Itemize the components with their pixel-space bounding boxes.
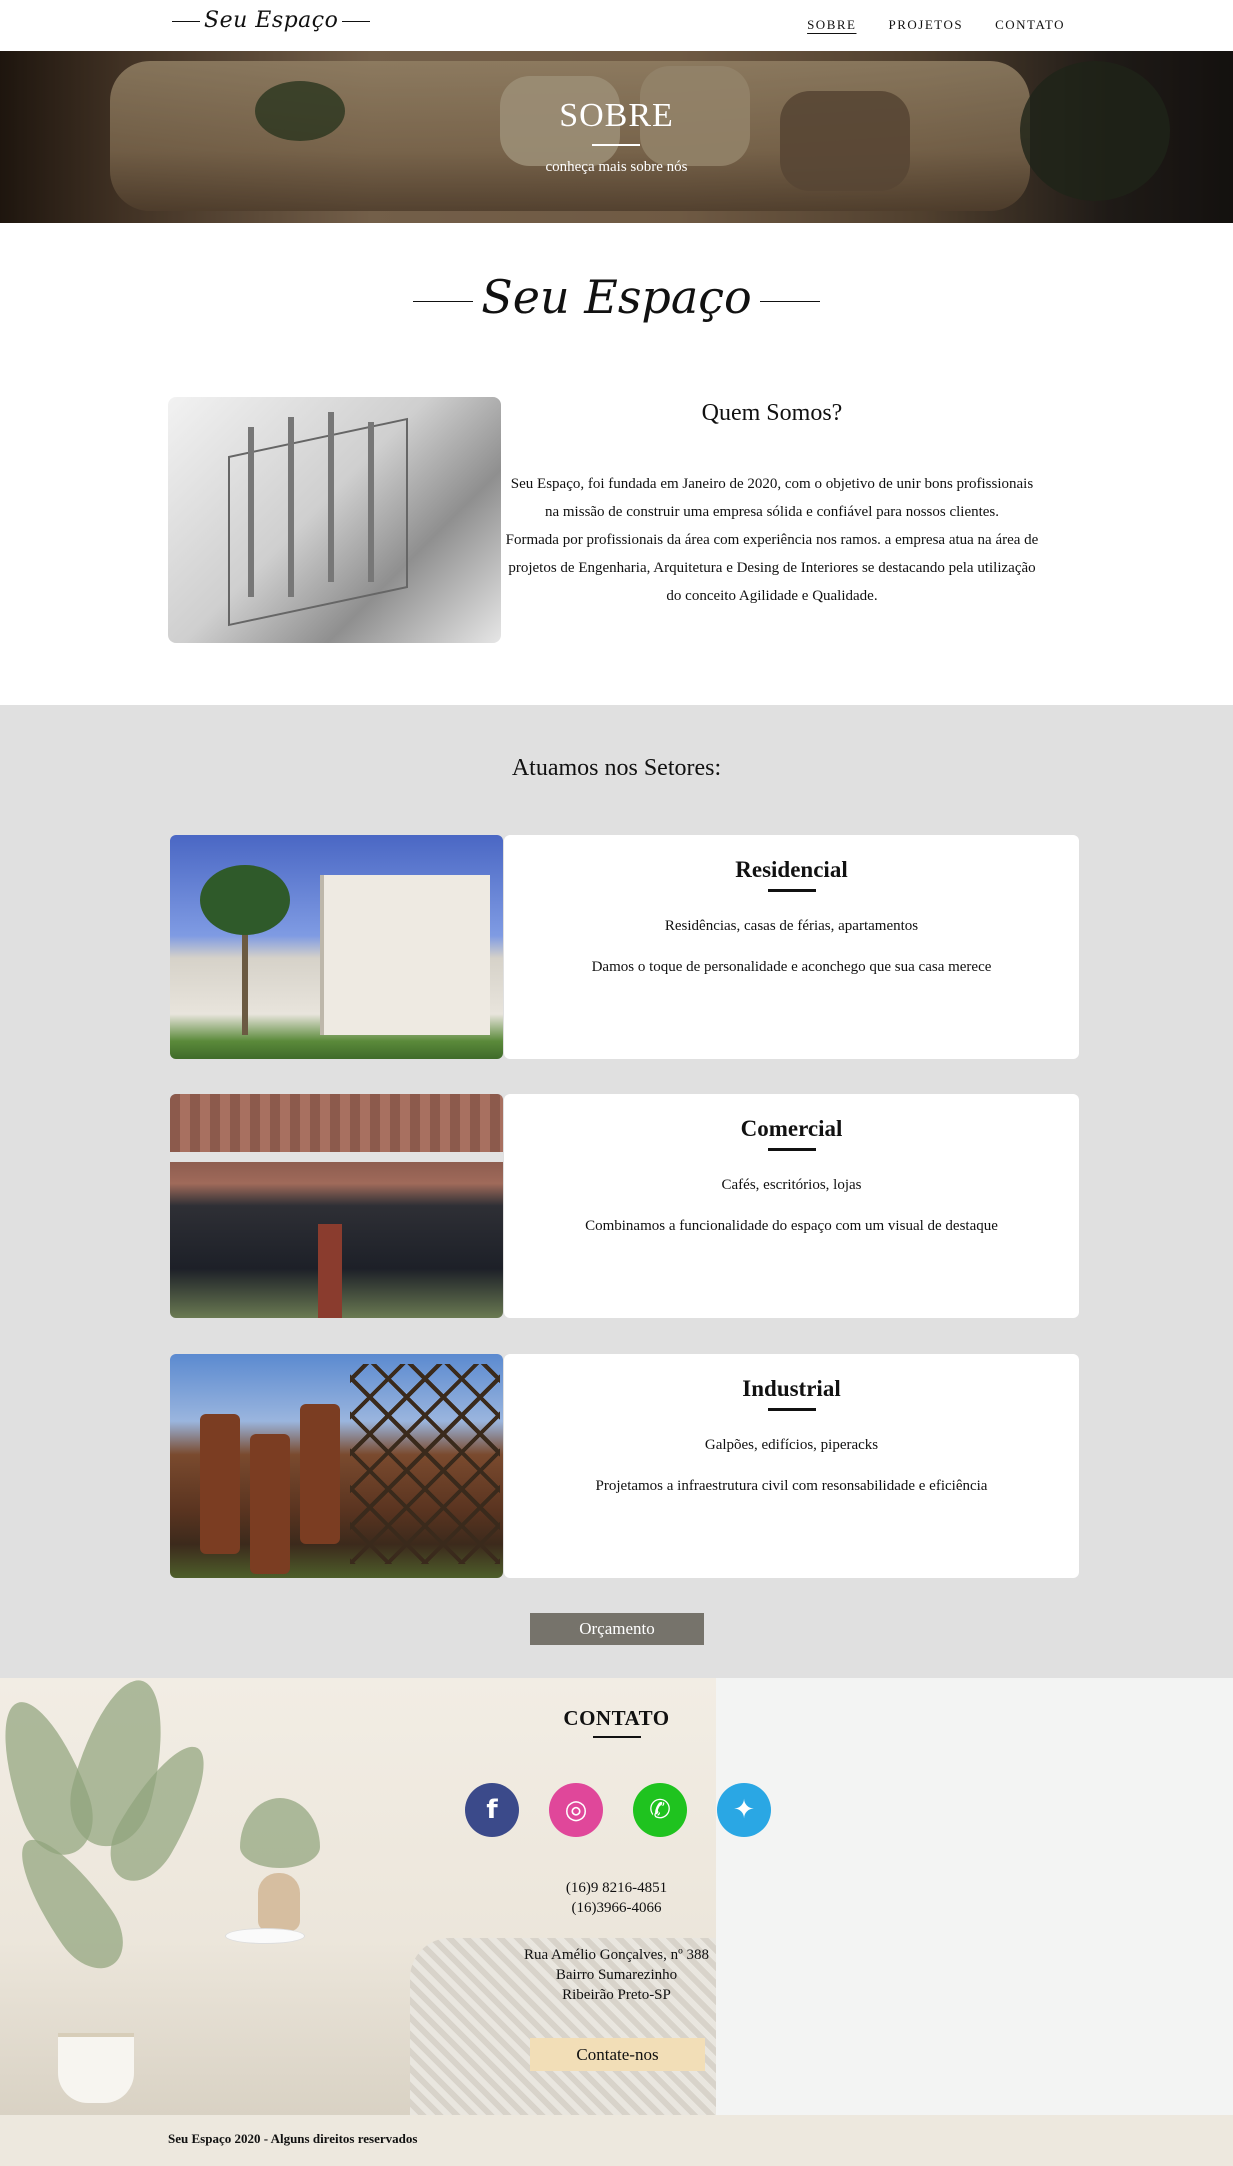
hero-title: SOBRE (559, 97, 674, 134)
logo-flourish-left (413, 300, 474, 302)
about-text: Seu Espaço, foi fundada em Janeiro de 20… (505, 470, 1039, 610)
brand-logo[interactable]: Seu Espaço (168, 8, 374, 33)
address-neighborhood: Bairro Sumarezinho (555, 1967, 678, 1983)
sector-line-2: Damos o toque de personalidade e aconche… (591, 959, 992, 975)
image-tank (300, 1404, 340, 1544)
image-column (248, 427, 254, 597)
image-column (368, 422, 374, 582)
seu-espaco-logo: Seu Espaço (0, 270, 1233, 324)
image-lattice (350, 1364, 500, 1564)
image-roof (170, 1094, 503, 1154)
image-tank (250, 1434, 290, 1574)
setores-section: Atuamos nos Setores: Residencial Residên… (0, 705, 1233, 1678)
about-structure-image (168, 397, 501, 643)
about-paragraph-2: Formada por profissionais da área com ex… (505, 532, 1039, 604)
sector-card-residencial: Residencial Residências, casas de férias… (170, 835, 1079, 1059)
image-pillar (318, 1224, 342, 1318)
contato-title-underline (593, 1736, 641, 1738)
logo-flourish-left (172, 20, 200, 22)
image-column (328, 412, 334, 582)
residencial-info: Residencial Residências, casas de férias… (504, 835, 1079, 1059)
footer-copyright: Seu Espaço 2020 - Alguns direitos reserv… (168, 2131, 418, 2146)
about-title: Quem Somos? (701, 400, 843, 426)
sector-line-1: Cafés, escritórios, lojas (721, 1177, 862, 1193)
social-links: f ◎ ✆ ✦ (465, 1783, 771, 1837)
sector-title: Industrial (742, 1376, 841, 1401)
address-city: Ribeirão Preto-SP (562, 1987, 671, 2003)
twitter-icon[interactable]: ✦ (717, 1783, 771, 1837)
industrial-image (170, 1354, 503, 1578)
hero-title-underline (592, 144, 640, 146)
logo-text: Seu Espaço (481, 270, 752, 324)
orcamento-button[interactable]: Orçamento (530, 1613, 704, 1645)
image-pot (58, 2033, 134, 2103)
phone-2: (16)3966-4066 (571, 1900, 662, 1916)
sector-title: Residencial (735, 857, 848, 882)
comercial-info: Comercial Cafés, escritórios, lojas Comb… (504, 1094, 1079, 1318)
nav-menu: SOBRE PROJETOS CONTATO (807, 17, 1065, 33)
logo-flourish-right (759, 300, 820, 302)
image-building (320, 875, 490, 1035)
residencial-image (170, 835, 503, 1059)
brand-text: Seu Espaço (204, 8, 339, 33)
nav-link-sobre[interactable]: SOBRE (807, 17, 856, 33)
sector-title: Comercial (740, 1116, 843, 1141)
about-paragraph-1: Seu Espaço, foi fundada em Janeiro de 20… (510, 476, 1034, 520)
sector-line-1: Residências, casas de férias, apartament… (664, 918, 919, 934)
image-leaf (240, 1798, 320, 1868)
image-eave (170, 1152, 503, 1162)
image-frame (228, 417, 408, 627)
footer: Seu Espaço 2020 - Alguns direitos reserv… (0, 2115, 1233, 2166)
phone-1: (16)9 8216-4851 (565, 1880, 668, 1896)
contato-title: CONTATO (563, 1706, 670, 1730)
sector-title-underline (767, 1148, 816, 1151)
setores-title: Atuamos nos Setores: (511, 755, 722, 781)
phone-numbers: (16)9 8216-4851 (16)3966-4066 (0, 1878, 1233, 1918)
image-stool (225, 1928, 305, 1944)
top-navbar: Seu Espaço SOBRE PROJETOS CONTATO (0, 0, 1233, 51)
industrial-info: Industrial Galpões, edifícios, piperacks… (504, 1354, 1079, 1578)
comercial-image (170, 1094, 503, 1318)
nav-link-contato[interactable]: CONTATO (995, 17, 1065, 33)
address-street: Rua Amélio Gonçalves, nº 388 (523, 1947, 710, 1963)
image-palm-trunk (242, 925, 248, 1035)
hero-banner: SOBRE conheça mais sobre nós (0, 51, 1233, 223)
image-palm-leaves (200, 865, 290, 935)
image-tank (200, 1414, 240, 1554)
sector-title-underline (767, 1408, 816, 1411)
whatsapp-icon[interactable]: ✆ (633, 1783, 687, 1837)
contato-section: CONTATO f ◎ ✆ ✦ (16)9 8216-4851 (16)3966… (0, 1678, 1233, 2115)
hero-subtitle: conheça mais sobre nós (545, 159, 688, 175)
nav-link-projetos[interactable]: PROJETOS (888, 17, 963, 33)
sector-card-industrial: Industrial Galpões, edifícios, piperacks… (170, 1354, 1079, 1578)
logo-flourish-right (342, 20, 371, 22)
instagram-icon[interactable]: ◎ (549, 1783, 603, 1837)
sector-title-underline (767, 889, 816, 892)
sector-card-comercial: Comercial Cafés, escritórios, lojas Comb… (170, 1094, 1079, 1318)
facebook-icon[interactable]: f (465, 1783, 519, 1837)
address: Rua Amélio Gonçalves, nº 388 Bairro Suma… (0, 1945, 1233, 2005)
image-column (288, 417, 294, 597)
sector-line-1: Galpões, edifícios, piperacks (704, 1437, 879, 1453)
contate-nos-button[interactable]: Contate-nos (530, 2038, 705, 2071)
sector-line-2: Combinamos a funcionalidade do espaço co… (585, 1218, 998, 1234)
hero-overlay (0, 51, 1233, 223)
sector-line-2: Projetamos a infraestrutura civil com re… (595, 1478, 988, 1494)
